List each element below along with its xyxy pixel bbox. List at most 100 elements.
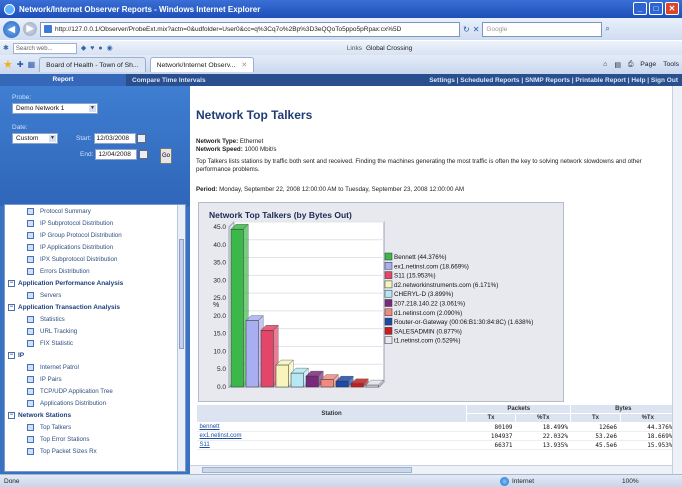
col-bytes-tx[interactable]: Tx <box>570 413 621 423</box>
favorites-star-icon[interactable]: ★ <box>3 58 13 71</box>
tab-report[interactable]: Report <box>0 74 126 86</box>
main-vertical-scrollbar[interactable] <box>672 86 682 474</box>
station-link[interactable]: S11 <box>196 440 467 450</box>
toolbar-search-input[interactable]: Search web... <box>12 42 77 54</box>
address-bar[interactable]: http://127.0.0.1/Observer/ProbeExt.mix?a… <box>40 21 460 37</box>
tree-group[interactable]: − IP <box>5 349 185 361</box>
tab-label: Board of Health - Town of Sh... <box>46 61 139 69</box>
browser-window: Network/Internet Observer Reports - Wind… <box>0 0 682 487</box>
end-date-field[interactable]: 12/04/2008 <box>95 149 138 160</box>
tree-item[interactable]: TCP/UDP Application Tree <box>5 385 185 397</box>
tree-item[interactable]: IP Subprotocol Distribution <box>5 217 185 229</box>
tab-network-observer[interactable]: Network/Internet Observ... ✕ <box>149 57 255 72</box>
add-favorite-icon[interactable]: ✚ <box>17 60 24 69</box>
search-icon[interactable]: ⌕ <box>605 24 609 34</box>
probe-label: Probe: <box>12 94 32 101</box>
tree-item[interactable]: Internet Patrol <box>5 361 185 373</box>
tab-compare-time-intervals[interactable]: Compare Time Intervals <box>132 77 206 84</box>
tree-group[interactable]: − Network Stations <box>5 409 185 421</box>
refresh-icon[interactable]: ↻ <box>463 25 470 34</box>
report-icon <box>27 327 34 335</box>
minimize-button[interactable]: _ <box>633 2 647 15</box>
tree-item[interactable]: FIX Statistic <box>5 337 185 349</box>
toolbar-icon-3[interactable]: ● <box>98 45 102 52</box>
tree-item[interactable]: IP Applications Distribution <box>5 241 185 253</box>
col-bytes[interactable]: Bytes <box>570 404 676 414</box>
quick-tabs-icon[interactable]: ▦ <box>28 60 36 69</box>
start-date-field[interactable]: 12/03/2008 <box>93 133 136 144</box>
tree-group[interactable]: − Application Performance Analysis <box>5 277 185 289</box>
tree-item[interactable]: Top Packet Sizes Rx <box>5 445 185 457</box>
tree-label: IPX Subprotocol Distribution <box>40 255 118 263</box>
collapse-icon[interactable]: − <box>8 351 15 359</box>
tree-item[interactable]: Top Error Stations <box>5 433 185 445</box>
zoom-level[interactable]: 100% <box>622 478 639 485</box>
tree-item[interactable]: Top Talkers <box>5 421 185 433</box>
home-icon[interactable]: ⌂ <box>603 61 607 69</box>
report-icon <box>27 363 34 371</box>
tree-label: Statistics <box>40 315 65 323</box>
bytes-tx: 126e6 <box>570 422 621 432</box>
start-calendar-icon[interactable] <box>137 133 147 143</box>
date-mode-value: Custom <box>16 135 39 142</box>
y-tick-label: 45.0 <box>213 224 226 231</box>
hscroll-thumb[interactable] <box>202 467 412 473</box>
col-station[interactable]: Station <box>196 404 467 423</box>
end-calendar-icon[interactable] <box>139 149 149 159</box>
station-link[interactable]: ex1.netinst.com <box>196 431 467 441</box>
toolbar-gear-icon[interactable]: ✱ <box>3 44 9 52</box>
app-nav-links[interactable]: Settings | Scheduled Reports | SNMP Repo… <box>429 77 682 84</box>
stop-icon[interactable]: ✕ <box>473 25 480 34</box>
tools-menu[interactable]: Tools <box>663 61 679 69</box>
collapse-icon[interactable]: − <box>8 279 15 287</box>
close-button[interactable]: ✕ <box>665 2 679 15</box>
probe-select[interactable]: Demo Network 1 ▼ <box>12 103 98 114</box>
legend-label: SALESADMIN (0.877%) <box>394 328 462 335</box>
toolbar-icon-1[interactable]: ◆ <box>81 44 86 52</box>
col-packets[interactable]: Packets <box>465 404 572 414</box>
tree-group[interactable]: − Application Transaction Analysis <box>5 301 185 313</box>
col-packets-ptx[interactable]: %Tx <box>515 413 572 423</box>
col-bytes-ptx[interactable]: %Tx <box>619 413 677 423</box>
tree-item[interactable]: IP Group Protocol Distribution <box>5 229 185 241</box>
app-nav: Report Compare Time Intervals Settings |… <box>0 74 682 86</box>
report-icon <box>27 243 34 251</box>
close-tab-icon[interactable]: ✕ <box>241 61 247 69</box>
tab-board-of-health[interactable]: Board of Health - Town of Sh... <box>39 57 146 72</box>
tree-label: Servers <box>40 291 62 299</box>
main-horizontal-scrollbar[interactable] <box>190 465 672 474</box>
search-input[interactable]: Google <box>482 21 603 37</box>
tree-label: Applications Distribution <box>40 399 107 407</box>
maximize-button[interactable]: □ <box>649 2 663 15</box>
print-icon[interactable]: ⎙ <box>628 61 633 69</box>
col-packets-tx[interactable]: Tx <box>465 413 517 423</box>
tree-item[interactable]: URL Tracking <box>5 325 185 337</box>
station-link[interactable]: bennett <box>196 422 467 432</box>
tree-item[interactable]: Applications Distribution <box>5 397 185 409</box>
tabs-row: ★ ✚ ▦ Board of Health - Town of Sh... Ne… <box>0 55 682 74</box>
links-item-global-crossing[interactable]: Global Crossing <box>366 45 412 52</box>
feeds-icon[interactable]: ▤ <box>614 61 620 69</box>
page-menu[interactable]: Page <box>640 61 656 69</box>
bar <box>245 320 259 388</box>
back-button[interactable]: ◀ <box>3 20 20 38</box>
forward-button[interactable]: ▶ <box>23 22 37 36</box>
tree-item[interactable]: IP Pairs <box>5 373 185 385</box>
tree-item[interactable]: IPX Subprotocol Distribution <box>5 253 185 265</box>
toolbar-icon-2[interactable]: ♥ <box>90 45 94 52</box>
report-icon <box>27 315 34 323</box>
toolbar-icon-4[interactable]: ◉ <box>107 44 113 52</box>
collapse-icon[interactable]: − <box>8 411 15 419</box>
tree-item[interactable]: Errors Distribution <box>5 265 185 277</box>
network-speed-value: 1000 Mbit/s <box>244 146 277 153</box>
go-button[interactable]: Go <box>160 148 172 164</box>
bar <box>365 384 379 388</box>
tree-item[interactable]: Servers <box>5 289 185 301</box>
date-mode-select[interactable]: Custom ▼ <box>12 133 58 144</box>
tree-scrollbar[interactable] <box>177 205 185 471</box>
tree-scroll-thumb[interactable] <box>179 239 184 349</box>
collapse-icon[interactable]: − <box>8 303 15 311</box>
tree-item[interactable]: Protocol Summary <box>5 205 185 217</box>
tree-item[interactable]: Statistics <box>5 313 185 325</box>
legend-swatch <box>384 289 393 298</box>
